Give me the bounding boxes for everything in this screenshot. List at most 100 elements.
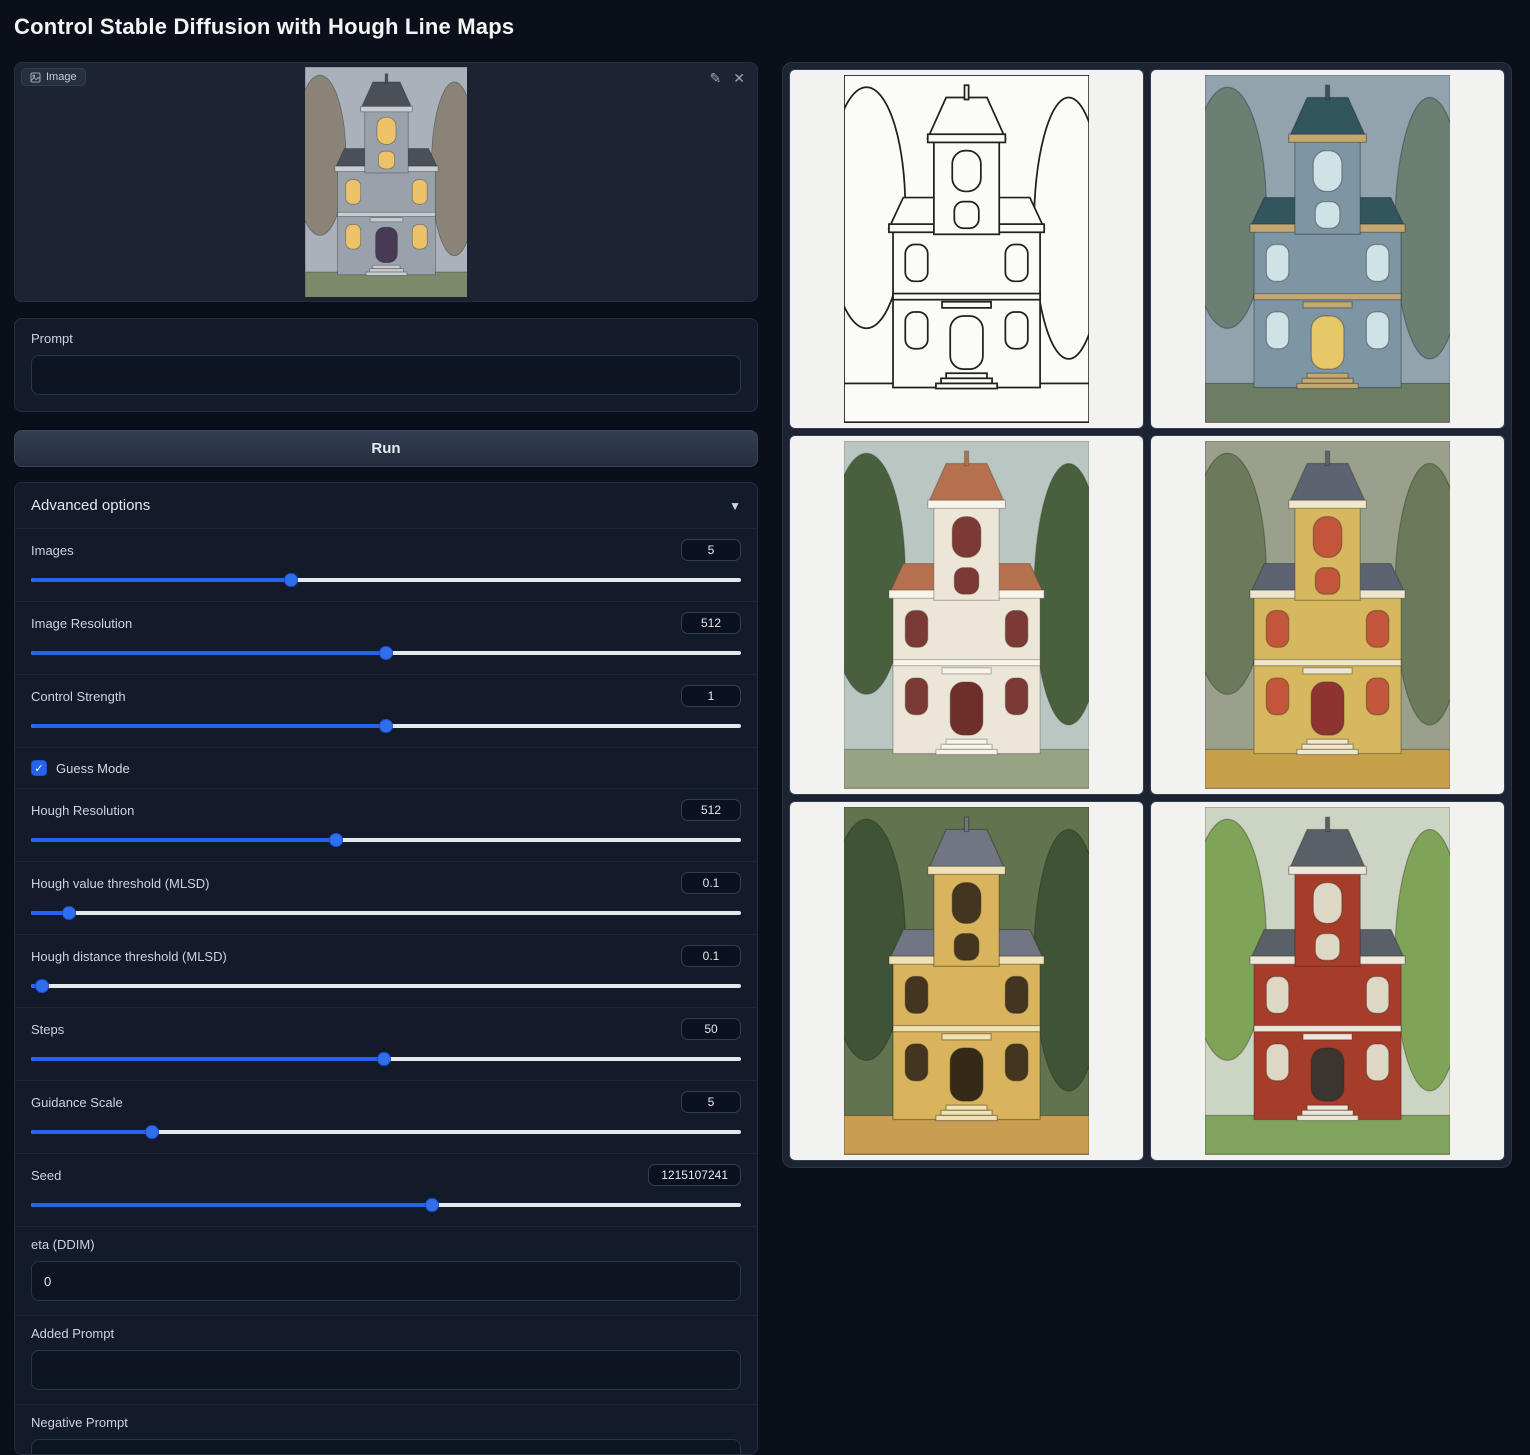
image-label-chip: Image: [21, 68, 86, 86]
house-illustration: [1205, 441, 1450, 788]
slider-row-steps: Steps 50: [15, 1007, 757, 1080]
guess-mode-checkbox[interactable]: ✓: [31, 760, 47, 776]
slider-track[interactable]: [31, 578, 741, 582]
hough-value-threshold-slider[interactable]: [31, 906, 741, 920]
guidance-scale-value[interactable]: 5: [681, 1091, 741, 1113]
slider-row-images: Images 5: [15, 528, 757, 601]
house-illustration: [844, 441, 1089, 788]
red-brick-victorian-image: [1205, 807, 1450, 1154]
hough-distance-threshold-slider[interactable]: [31, 979, 741, 993]
gallery-item-blue-victorian[interactable]: [1150, 69, 1505, 429]
gallery-item-hough-line-map[interactable]: [789, 69, 1144, 429]
slider-thumb[interactable]: [35, 979, 49, 993]
slider-thumb[interactable]: [145, 1125, 159, 1139]
eta-label: eta (DDIM): [31, 1237, 741, 1252]
steps-slider[interactable]: [31, 1052, 741, 1066]
steps-value[interactable]: 50: [681, 1018, 741, 1040]
control-strength-label: Control Strength: [31, 689, 126, 704]
gallery-item-mustard-victorian[interactable]: [1150, 435, 1505, 795]
slider-track[interactable]: [31, 1203, 741, 1207]
image-icon: [30, 72, 41, 83]
guidance-scale-slider[interactable]: [31, 1125, 741, 1139]
slider-fill: [31, 651, 386, 655]
image-upload-panel[interactable]: Image ✎ ✕: [14, 62, 758, 302]
hough-resolution-label: Hough Resolution: [31, 803, 134, 818]
slider-row-seed: Seed 1215107241: [15, 1153, 757, 1226]
run-button[interactable]: Run: [14, 430, 758, 467]
images-label: Images: [31, 543, 74, 558]
hough-value-threshold-value[interactable]: 0.1: [681, 872, 741, 894]
slider-row-image-resolution: Image Resolution 512: [15, 601, 757, 674]
prompt-panel: Prompt: [14, 318, 758, 412]
images-value[interactable]: 5: [681, 539, 741, 561]
guidance-scale-label: Guidance Scale: [31, 1095, 123, 1110]
slider-thumb[interactable]: [329, 833, 343, 847]
slider-thumb[interactable]: [379, 719, 393, 733]
image-resolution-label: Image Resolution: [31, 616, 132, 631]
slider-row-guidance-scale: Guidance Scale 5: [15, 1080, 757, 1153]
eta-input[interactable]: [31, 1261, 741, 1301]
slider-fill: [31, 1057, 384, 1061]
image-resolution-value[interactable]: 512: [681, 612, 741, 634]
hough-distance-threshold-value[interactable]: 0.1: [681, 945, 741, 967]
gallery-item-white-victorian[interactable]: [789, 435, 1144, 795]
added-prompt-input[interactable]: [31, 1350, 741, 1390]
house-illustration: [844, 75, 1089, 422]
gallery-item-golden-victorian[interactable]: [789, 801, 1144, 1161]
white-victorian-image: [844, 441, 1089, 788]
images-slider[interactable]: [31, 573, 741, 587]
slider-fill: [31, 838, 336, 842]
slider-track[interactable]: [31, 984, 741, 988]
slider-fill: [31, 1130, 152, 1134]
edit-image-icon[interactable]: ✎: [710, 71, 722, 85]
hough-distance-threshold-label: Hough distance threshold (MLSD): [31, 949, 227, 964]
negative-prompt-input[interactable]: [31, 1439, 741, 1455]
eta-row: eta (DDIM): [15, 1226, 757, 1315]
steps-label: Steps: [31, 1022, 64, 1037]
added-prompt-label: Added Prompt: [31, 1326, 741, 1341]
guess-mode-row: ✓ Guess Mode: [15, 747, 757, 788]
hough-value-threshold-label: Hough value threshold (MLSD): [31, 876, 209, 891]
advanced-options-panel: Advanced options ▼ Images 5 Image Resolu…: [14, 482, 758, 1455]
collapse-arrow-icon[interactable]: ▼: [729, 499, 741, 513]
seed-slider[interactable]: [31, 1198, 741, 1212]
guess-mode-label: Guess Mode: [56, 761, 130, 776]
image-label: Image: [46, 71, 77, 83]
image-resolution-slider[interactable]: [31, 646, 741, 660]
slider-thumb[interactable]: [425, 1198, 439, 1212]
hough-resolution-value[interactable]: 512: [681, 799, 741, 821]
negative-prompt-row: Negative Prompt: [15, 1404, 757, 1455]
added-prompt-row: Added Prompt: [15, 1315, 757, 1404]
slider-thumb[interactable]: [377, 1052, 391, 1066]
advanced-options-header[interactable]: Advanced options ▼: [15, 483, 757, 528]
slider-thumb[interactable]: [62, 906, 76, 920]
slider-fill: [31, 1203, 432, 1207]
slider-row-control-strength: Control Strength 1: [15, 674, 757, 747]
slider-row-hough-value-threshold: Hough value threshold (MLSD) 0.1: [15, 861, 757, 934]
slider-track[interactable]: [31, 1130, 741, 1134]
slider-track[interactable]: [31, 838, 741, 842]
control-strength-slider[interactable]: [31, 719, 741, 733]
seed-label: Seed: [31, 1168, 61, 1183]
hough-line-map-image: [844, 75, 1089, 422]
house-illustration: [1205, 807, 1450, 1154]
slider-track[interactable]: [31, 911, 741, 915]
slider-fill: [31, 724, 386, 728]
house-illustration: [305, 67, 468, 298]
clear-image-icon[interactable]: ✕: [733, 71, 745, 85]
slider-row-hough-resolution: Hough Resolution 512: [15, 788, 757, 861]
blue-victorian-image: [1205, 75, 1450, 422]
prompt-label: Prompt: [31, 331, 741, 346]
prompt-input[interactable]: [31, 355, 741, 395]
slider-thumb[interactable]: [379, 646, 393, 660]
golden-victorian-image: [844, 807, 1089, 1154]
seed-value[interactable]: 1215107241: [648, 1164, 741, 1186]
hough-resolution-slider[interactable]: [31, 833, 741, 847]
page-title: Control Stable Diffusion with Hough Line…: [14, 14, 514, 40]
gallery-item-red-brick-victorian[interactable]: [1150, 801, 1505, 1161]
slider-row-hough-distance-threshold: Hough distance threshold (MLSD) 0.1: [15, 934, 757, 1007]
slider-fill: [31, 578, 291, 582]
control-strength-value[interactable]: 1: [681, 685, 741, 707]
slider-thumb[interactable]: [284, 573, 298, 587]
house-illustration: [1205, 75, 1450, 422]
